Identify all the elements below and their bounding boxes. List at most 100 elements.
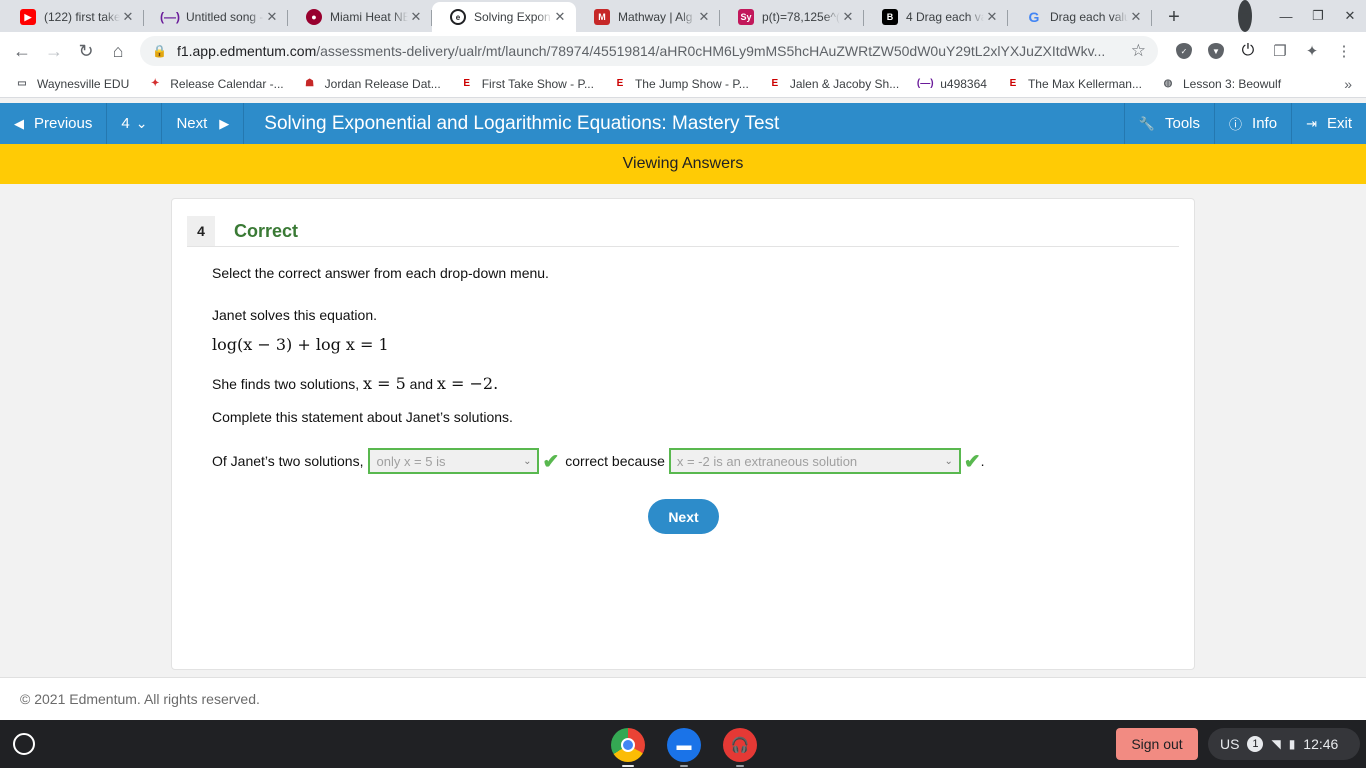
info-label: Info — [1252, 115, 1278, 132]
extension-shield-button[interactable]: ▼ — [1200, 35, 1232, 67]
espn-icon: E — [1009, 78, 1017, 89]
bookmark-site-icon: ☗ — [305, 78, 315, 89]
chrome-icon[interactable] — [611, 728, 645, 767]
question-number-badge: 4 — [187, 216, 215, 246]
close-icon[interactable]: ✕ — [1128, 9, 1144, 25]
answer-dropdown-1[interactable]: only x = 5 is ⌄ — [368, 448, 540, 474]
bookmark-item[interactable]: (—) u498364 — [917, 76, 987, 92]
bookmark-label: The Jump Show - P... — [634, 76, 749, 91]
tab-search-button[interactable]: ▼ — [1238, 0, 1270, 32]
browser-tab[interactable]: Sy p(t)=78,125e^( ✕ — [720, 2, 864, 32]
bookmarks-bar: ▭ Waynesville EDU ✦ Release Calendar -... … — [0, 70, 1366, 98]
bookmark-label: Release Calendar -... — [170, 76, 284, 91]
bookmark-item[interactable]: E First Take Show - P... — [459, 76, 594, 92]
bookmark-item[interactable]: E The Max Kellerman... — [1005, 76, 1142, 92]
chevron-down-icon: ⌄ — [523, 455, 532, 467]
bookmark-item[interactable]: ◍ Lesson 3: Beowulf — [1160, 76, 1281, 92]
new-tab-button[interactable]: + — [1158, 2, 1190, 32]
browser-tab[interactable]: (—) Untitled song - ✕ — [144, 2, 288, 32]
instruction-text: Select the correct answer from each drop… — [212, 265, 549, 281]
checkmark-icon: ✔ — [542, 450, 560, 473]
bookmark-label: Waynesville EDU — [37, 76, 130, 91]
browser-tab[interactable]: ▶ (122) first take ✕ — [0, 2, 144, 32]
close-icon[interactable]: ✕ — [120, 9, 136, 25]
browser-tab-strip: ▶ (122) first take ✕ (—) Untitled song -… — [0, 0, 1366, 32]
question-selector[interactable]: 4 ⌄ — [107, 103, 163, 144]
back-button[interactable]: ← — [6, 35, 38, 67]
bookmark-site-icon: ✦ — [151, 78, 160, 89]
extension-shield-button[interactable]: ✓ — [1168, 35, 1200, 67]
exit-button[interactable]: ⇥ Exit — [1291, 103, 1366, 144]
music-icon[interactable]: 🎧 — [723, 728, 757, 767]
home-button[interactable]: ⌂ — [102, 35, 134, 67]
browser-tab-active[interactable]: e Solving Expon ✕ — [432, 2, 576, 32]
power-extension-button[interactable]: ⏻ — [1232, 35, 1264, 67]
info-button[interactable]: ⓘ Info — [1214, 103, 1291, 144]
tools-button[interactable]: 🔧 Tools — [1123, 103, 1214, 144]
os-shelf: ▬ 🎧 Sign out US 1 ◥ ▮ 12:46 — [0, 720, 1366, 768]
bookmark-label: Lesson 3: Beowulf — [1182, 76, 1282, 91]
browser-tab[interactable]: ● Miami Heat NE ✕ — [288, 2, 432, 32]
tab-title: Solving Expon — [474, 10, 551, 24]
bookmark-item[interactable]: ✦ Release Calendar -... — [147, 76, 284, 92]
bookmark-label: First Take Show - P... — [481, 76, 594, 91]
dropdown-1-value: only x = 5 is — [376, 453, 446, 469]
chevron-down-icon: ⌄ — [944, 455, 953, 467]
browser-tab[interactable]: B 4 Drag each va ✕ — [864, 2, 1008, 32]
copy-extension-button[interactable]: ❐ — [1264, 35, 1296, 67]
puzzle-icon: ✦ — [1305, 43, 1319, 60]
close-icon[interactable]: ✕ — [264, 9, 280, 25]
url-host: f1.app.edmentum.com — [176, 43, 317, 59]
bookmark-item[interactable]: ☗ Jordan Release Dat... — [302, 76, 441, 92]
status-tray[interactable]: US 1 ◥ ▮ 12:46 — [1208, 728, 1360, 760]
browser-menu-button[interactable]: ⋮ — [1328, 35, 1360, 67]
launcher-button[interactable] — [13, 733, 35, 755]
keyboard-layout: US — [1220, 736, 1240, 752]
bookmark-item[interactable]: E Jalen & Jacoby Sh... — [767, 76, 899, 92]
result-status: Correct — [234, 220, 299, 241]
reload-button[interactable]: ↻ — [70, 35, 102, 67]
close-icon[interactable]: ✕ — [840, 9, 856, 25]
next-nav-button[interactable]: Next ▶ — [162, 103, 245, 144]
close-window-button[interactable]: ✕ — [1334, 0, 1366, 32]
edmentum-icon: e — [450, 9, 466, 25]
forward-button[interactable]: → — [38, 35, 70, 67]
statement-end: . — [980, 453, 985, 469]
previous-label: Previous — [34, 115, 93, 132]
mathway-icon: M — [594, 9, 610, 25]
bookmark-item[interactable]: ▭ Waynesville EDU — [14, 76, 129, 92]
close-icon[interactable]: ✕ — [408, 9, 424, 25]
close-icon[interactable]: ✕ — [696, 9, 712, 25]
bookmark-star-icon[interactable]: ☆ — [1131, 41, 1146, 61]
folder-icon: ▭ — [17, 78, 27, 89]
question-card: 4 Correct Select the correct answer from… — [171, 198, 1195, 670]
close-icon[interactable]: ✕ — [552, 9, 568, 25]
bookmark-label: u498364 — [940, 76, 987, 91]
sign-out-icon: ⇥ — [1306, 115, 1317, 131]
browser-tab[interactable]: M Mathway | Alg ✕ — [576, 2, 720, 32]
browser-tab[interactable]: G Drag each valu ✕ — [1008, 2, 1152, 32]
audio-icon: (—) — [916, 78, 934, 89]
sign-out-button[interactable]: Sign out — [1116, 728, 1198, 760]
close-icon[interactable]: ✕ — [984, 9, 1000, 25]
assessment-header: ◀ Previous 4 ⌄ Next ▶ Solving Exponentia… — [0, 103, 1366, 144]
question-number: 4 — [121, 115, 130, 132]
heat-icon: ● — [306, 9, 322, 25]
bookmark-item[interactable]: E The Jump Show - P... — [612, 76, 749, 92]
page-footer: © 2021 Edmentum. All rights reserved. — [0, 677, 1366, 720]
answer-dropdown-2[interactable]: x = -2 is an extraneous solution ⌄ — [668, 448, 961, 474]
address-bar[interactable]: 🔒 f1.app.edmentum.com/assessments-delive… — [140, 36, 1158, 66]
info-icon: ⓘ — [1229, 117, 1243, 132]
exit-label: Exit — [1326, 115, 1352, 132]
previous-button[interactable]: ◀ Previous — [0, 103, 108, 144]
files-icon[interactable]: ▬ — [667, 728, 701, 767]
tab-title: Drag each valu — [1050, 10, 1128, 24]
bookmarks-overflow-button[interactable]: » — [1344, 76, 1352, 92]
symbolab-icon: Sy — [738, 9, 754, 25]
next-question-button[interactable]: Next — [648, 499, 719, 534]
question-header: 4 Correct — [187, 216, 1179, 247]
extensions-button[interactable]: ✦ — [1296, 35, 1328, 67]
arrow-right-circle-icon: ▶ — [219, 115, 230, 131]
restore-button[interactable]: ❐ — [1302, 0, 1334, 32]
minimize-button[interactable]: — — [1270, 0, 1302, 32]
